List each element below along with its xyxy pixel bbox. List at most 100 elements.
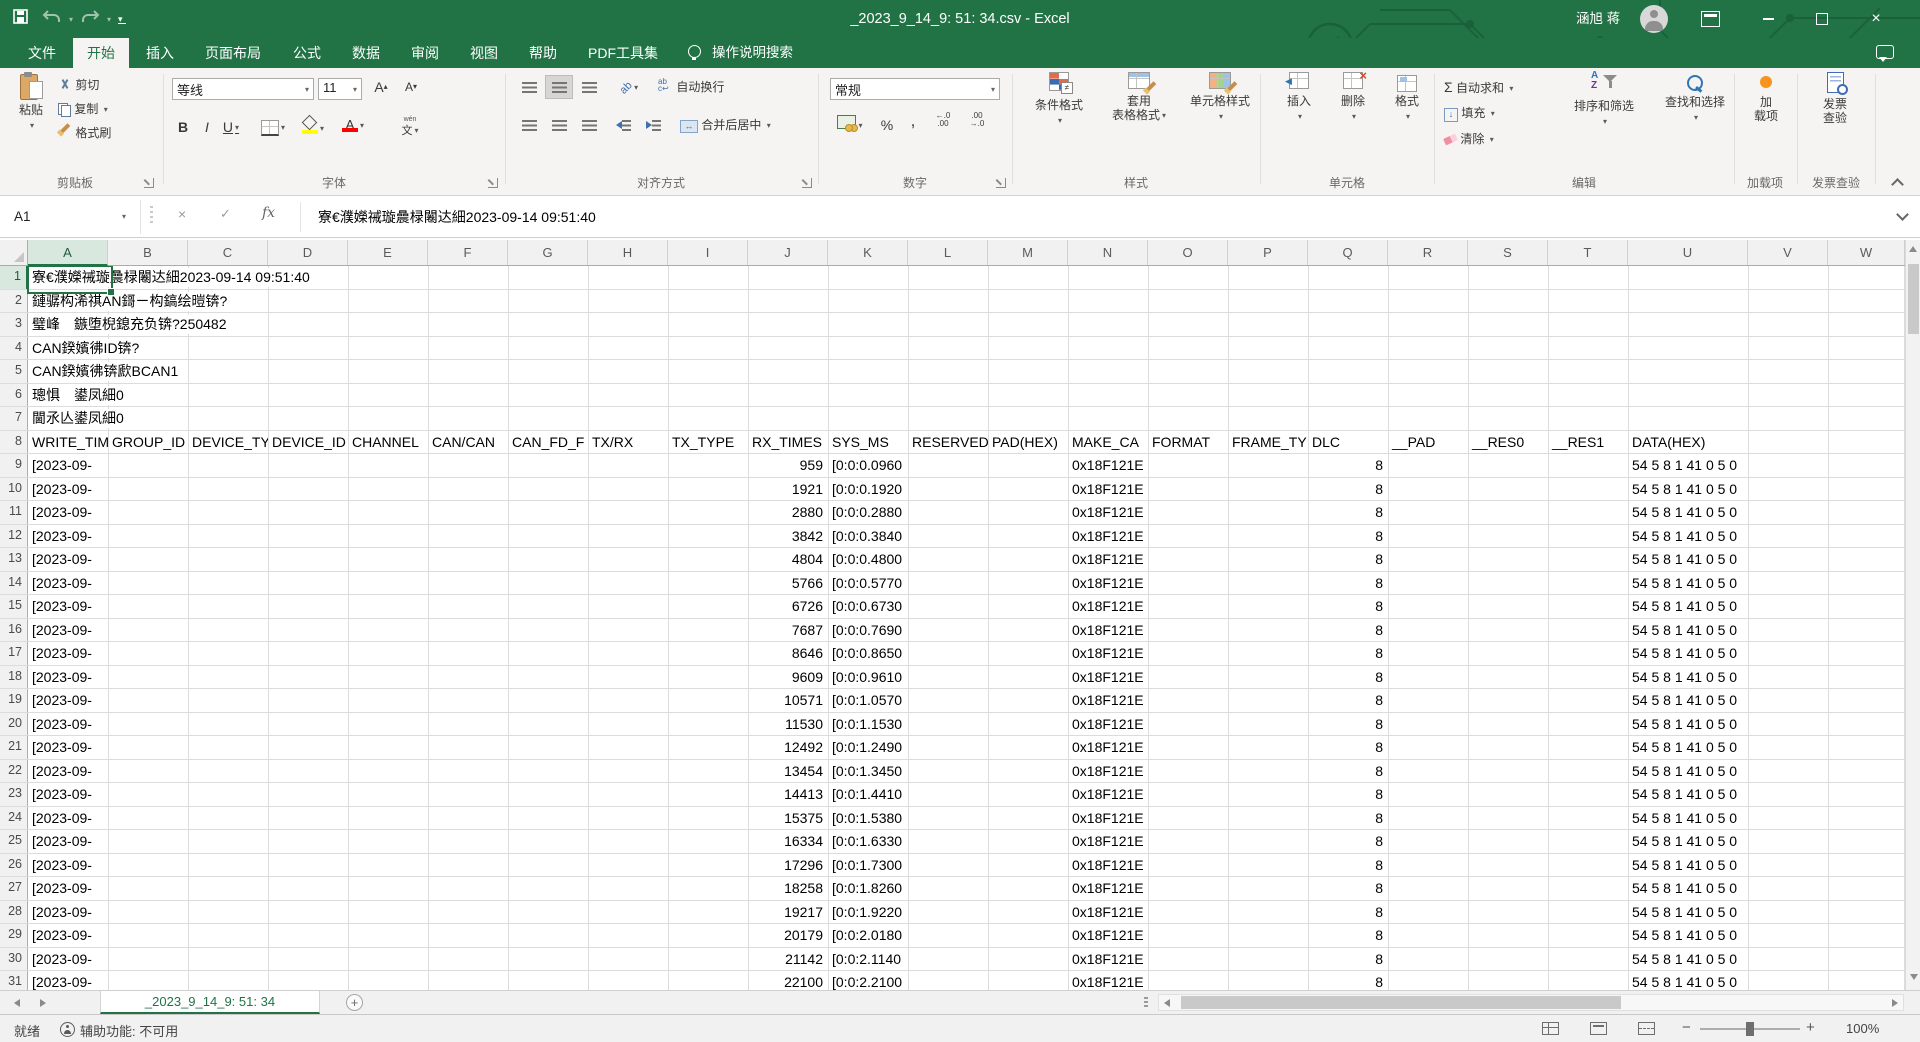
cell[interactable]: DEVICE_TY <box>188 431 268 454</box>
minimize-button[interactable] <box>1744 0 1792 38</box>
cell[interactable]: 0x18F121E <box>1068 666 1148 689</box>
page-break-view-button[interactable] <box>1638 1022 1655 1035</box>
row-header-15[interactable]: 15 <box>0 595 28 618</box>
row-header-4[interactable]: 4 <box>0 337 28 360</box>
cell[interactable]: 0x18F121E <box>1068 783 1148 806</box>
column-header-D[interactable]: D <box>268 240 348 265</box>
cell[interactable]: 0x18F121E <box>1068 830 1148 853</box>
cell[interactable]: [0:0:1.3450 <box>828 760 908 783</box>
cell[interactable]: 5766 <box>748 572 828 595</box>
increase-decimal-button[interactable]: ←.0.00 <box>928 112 958 134</box>
cell[interactable]: 13454 <box>748 760 828 783</box>
cell[interactable]: 8 <box>1308 525 1388 548</box>
cell[interactable]: 8 <box>1308 736 1388 759</box>
cell[interactable]: [0:0:0.2880 <box>828 501 908 524</box>
tell-me-search[interactable]: 操作说明搜索 <box>712 38 793 68</box>
insert-function-icon[interactable]: fx <box>262 205 275 221</box>
cell[interactable]: 9609 <box>748 666 828 689</box>
cell[interactable]: [0:0:1.0570 <box>828 689 908 712</box>
expand-formula-bar-icon[interactable] <box>1896 208 1909 221</box>
align-top-button[interactable] <box>516 76 542 98</box>
cell[interactable]: 8 <box>1308 595 1388 618</box>
cell[interactable]: 54 5 8 1 41 0 5 0 <box>1628 666 1748 689</box>
cell[interactable]: 54 5 8 1 41 0 5 0 <box>1628 713 1748 736</box>
scroll-up-icon[interactable] <box>1909 246 1917 252</box>
comments-icon[interactable] <box>1876 45 1894 59</box>
cell[interactable]: 8 <box>1308 783 1388 806</box>
cell[interactable]: [0:0:1.5380 <box>828 807 908 830</box>
cell[interactable]: 54 5 8 1 41 0 5 0 <box>1628 854 1748 877</box>
cell[interactable]: [2023-09- <box>28 595 108 618</box>
column-header-T[interactable]: T <box>1548 240 1628 265</box>
cancel-icon[interactable]: × <box>178 206 186 222</box>
cell[interactable]: TX/RX <box>588 431 668 454</box>
cell[interactable]: 17296 <box>748 854 828 877</box>
row-header-23[interactable]: 23 <box>0 783 28 806</box>
cell[interactable]: RESERVED <box>908 431 988 454</box>
cell[interactable]: [2023-09- <box>28 830 108 853</box>
horizontal-scrollbar[interactable] <box>1158 994 1904 1011</box>
sort-filter-button[interactable]: A Z 排序和筛选▾ <box>1556 72 1652 128</box>
cell[interactable]: 11530 <box>748 713 828 736</box>
delete-cells-button[interactable]: × 删除▾ <box>1328 72 1378 123</box>
cell[interactable]: [2023-09- <box>28 501 108 524</box>
number-format-combo[interactable]: 常规▾ <box>830 78 1000 100</box>
phonetic-button[interactable]: wén文▾ <box>392 112 428 134</box>
cell[interactable]: 54 5 8 1 41 0 5 0 <box>1628 548 1748 571</box>
align-middle-button[interactable] <box>546 76 572 98</box>
horizontal-scroll-thumb[interactable] <box>1181 996 1621 1009</box>
cut-button[interactable]: 剪切 <box>58 74 99 96</box>
row-header-19[interactable]: 19 <box>0 689 28 712</box>
cell[interactable]: 22100 <box>748 971 828 990</box>
cell[interactable]: 8 <box>1308 478 1388 501</box>
cell-A3[interactable]: 璧峰 鏃堕棿鎴充负锛?250482 <box>32 315 230 334</box>
cell[interactable]: 8 <box>1308 760 1388 783</box>
cell[interactable]: 0x18F121E <box>1068 642 1148 665</box>
wrap-text-button[interactable]: abc↩ 自动换行 <box>658 76 724 98</box>
format-as-table-button[interactable]: 套用表格格式▾ <box>1100 72 1178 123</box>
cell[interactable]: 0x18F121E <box>1068 478 1148 501</box>
format-cells-button[interactable]: ↔ 格式▾ <box>1382 72 1432 123</box>
cell[interactable]: [2023-09- <box>28 689 108 712</box>
bold-button[interactable]: B <box>172 116 194 138</box>
row-header-2[interactable]: 2 <box>0 290 28 313</box>
cell[interactable]: DATA(HEX) <box>1628 431 1748 454</box>
column-header-R[interactable]: R <box>1388 240 1468 265</box>
conditional-formatting-button[interactable]: ≠ 条件格式▾ <box>1022 72 1096 127</box>
enter-icon[interactable]: ✓ <box>220 206 231 222</box>
column-header-M[interactable]: M <box>988 240 1068 265</box>
row-header-21[interactable]: 21 <box>0 736 28 759</box>
cell[interactable]: [2023-09- <box>28 924 108 947</box>
column-header-K[interactable]: K <box>828 240 908 265</box>
row-header-17[interactable]: 17 <box>0 642 28 665</box>
cell[interactable]: [0:0:0.8650 <box>828 642 908 665</box>
cell[interactable]: 8 <box>1308 901 1388 924</box>
cell[interactable]: __PAD <box>1388 431 1468 454</box>
cell[interactable]: [2023-09- <box>28 548 108 571</box>
cell[interactable]: 8 <box>1308 548 1388 571</box>
cell[interactable]: 0x18F121E <box>1068 948 1148 971</box>
align-center-button[interactable] <box>546 114 572 136</box>
cell-A7[interactable]: 閫氶亾鍙凤細0 <box>32 409 127 428</box>
column-header-H[interactable]: H <box>588 240 668 265</box>
cell[interactable]: [0:0:2.1140 <box>828 948 908 971</box>
cell[interactable]: 1921 <box>748 478 828 501</box>
column-header-Q[interactable]: Q <box>1308 240 1388 265</box>
cell[interactable]: 8646 <box>748 642 828 665</box>
select-all-corner[interactable] <box>0 240 28 266</box>
cell[interactable]: [2023-09- <box>28 642 108 665</box>
cell[interactable]: CAN_FD_F <box>508 431 588 454</box>
cell[interactable]: CHANNEL <box>348 431 428 454</box>
scroll-left-icon[interactable] <box>1164 999 1170 1007</box>
row-header-1[interactable]: 1 <box>0 266 28 289</box>
ribbon-display-options-icon[interactable] <box>1701 11 1720 27</box>
ribbon-tab-页面布局[interactable]: 页面布局 <box>191 38 275 68</box>
column-header-J[interactable]: J <box>748 240 828 265</box>
cell[interactable]: 0x18F121E <box>1068 713 1148 736</box>
cell[interactable]: 8 <box>1308 713 1388 736</box>
underline-button[interactable]: U▾ <box>220 116 242 138</box>
cell[interactable]: 8 <box>1308 666 1388 689</box>
cell[interactable]: 54 5 8 1 41 0 5 0 <box>1628 572 1748 595</box>
cell[interactable]: 54 5 8 1 41 0 5 0 <box>1628 619 1748 642</box>
font-size-combo[interactable]: 11▾ <box>318 78 362 100</box>
